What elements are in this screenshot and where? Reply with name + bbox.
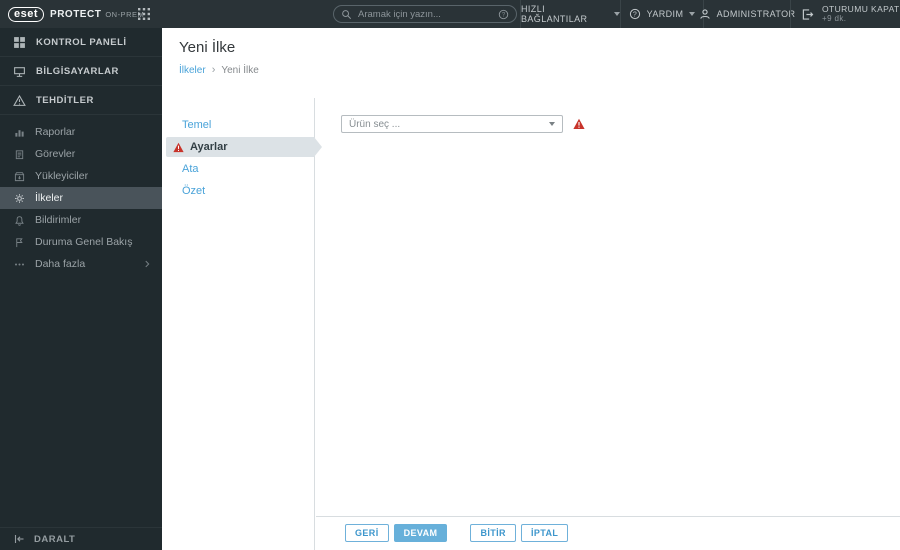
sidebar: KONTROL PANELİ BİLGİSAYARLAR TEHDİTLER R… bbox=[0, 28, 162, 550]
wizard-step-ayarlar[interactable]: Ayarlar bbox=[166, 137, 322, 157]
policies-gear-icon bbox=[14, 193, 25, 204]
sidebar-secondary-group: Raporlar Görevler Yükleyiciler İlkeler B… bbox=[0, 115, 162, 275]
wizard-step-label: Temel bbox=[182, 119, 212, 131]
wizard-step-label: Ata bbox=[182, 163, 199, 175]
cancel-button[interactable]: İPTAL bbox=[520, 524, 569, 542]
logout-icon bbox=[801, 8, 814, 21]
breadcrumb-link-ilkeler[interactable]: İlkeler bbox=[179, 65, 206, 76]
sidebar-item-bilgisayarlar[interactable]: BİLGİSAYARLAR bbox=[0, 57, 162, 86]
continue-button[interactable]: DEVAM bbox=[393, 524, 448, 542]
page-header: Yeni İlke İlkeler › Yeni İlke bbox=[162, 28, 900, 76]
user-label: ADMINISTRATOR bbox=[716, 9, 796, 19]
reports-icon bbox=[14, 127, 25, 138]
help-menu[interactable]: ? YARDIM bbox=[620, 0, 703, 28]
sidebar-item-label: BİLGİSAYARLAR bbox=[36, 65, 119, 77]
wizard-footer: GERİ DEVAM BİTİR İPTAL bbox=[345, 524, 569, 542]
warning-icon bbox=[173, 142, 184, 153]
breadcrumb: İlkeler › Yeni İlke bbox=[179, 64, 883, 76]
sidebar-item-label: Duruma Genel Bakış bbox=[35, 236, 133, 248]
sidebar-item-daha-fazla[interactable]: Daha fazla bbox=[0, 253, 162, 275]
logout-button[interactable]: OTURUMU KAPAT +9 dk. bbox=[790, 0, 900, 28]
session-timer: +9 dk. bbox=[822, 14, 847, 24]
back-button[interactable]: GERİ bbox=[345, 524, 389, 542]
sidebar-item-bildirimler[interactable]: Bildirimler bbox=[0, 209, 162, 231]
sidebar-item-label: Bildirimler bbox=[35, 214, 82, 226]
topbar: eset PROTECT ON-PREM ? HIZLI BAĞLANTILAR… bbox=[0, 0, 900, 28]
search-input[interactable] bbox=[358, 8, 492, 20]
sidebar-item-duruma-genel-bakis[interactable]: Duruma Genel Bakış bbox=[0, 231, 162, 253]
divider bbox=[316, 516, 900, 517]
installers-icon bbox=[14, 171, 25, 182]
sidebar-item-label: TEHDİTLER bbox=[36, 94, 94, 106]
sidebar-item-kontrol-paneli[interactable]: KONTROL PANELİ bbox=[0, 28, 162, 57]
page-title: Yeni İlke bbox=[179, 39, 236, 56]
sidebar-item-label: Raporlar bbox=[35, 126, 76, 138]
wizard-step-ata[interactable]: Ata bbox=[162, 158, 314, 180]
dashboard-icon bbox=[13, 36, 26, 49]
svg-text:?: ? bbox=[502, 12, 506, 18]
collapse-label: DARALT bbox=[34, 533, 76, 545]
sidebar-item-label: İlkeler bbox=[35, 192, 64, 204]
breadcrumb-current: Yeni İlke bbox=[221, 64, 259, 76]
chevron-down-icon bbox=[549, 122, 555, 126]
wizard-steps: Temel Ayarlar Ata Özet bbox=[162, 98, 322, 550]
quick-links-label: HIZLI BAĞLANTILAR bbox=[521, 4, 588, 24]
brand: eset PROTECT ON-PREM bbox=[8, 0, 144, 28]
notifications-bell-icon bbox=[14, 215, 25, 226]
settings-panel: Ürün seç ... GERİ DEVAM BİTİR İPTAL bbox=[316, 98, 900, 550]
sidebar-item-raporlar[interactable]: Raporlar bbox=[0, 121, 162, 143]
main-content: Yeni İlke İlkeler › Yeni İlke Temel Ayar… bbox=[162, 28, 900, 550]
threats-icon bbox=[13, 94, 26, 107]
help-label: YARDIM bbox=[646, 9, 684, 19]
search-icon bbox=[341, 9, 352, 20]
sidebar-item-label: Görevler bbox=[35, 148, 76, 160]
svg-text:?: ? bbox=[632, 11, 636, 18]
sidebar-item-label: Daha fazla bbox=[35, 258, 86, 270]
product-select[interactable]: Ürün seç ... bbox=[341, 115, 563, 133]
help-icon: ? bbox=[629, 8, 641, 20]
sidebar-primary-group: KONTROL PANELİ BİLGİSAYARLAR TEHDİTLER bbox=[0, 28, 162, 115]
more-ellipsis-icon bbox=[14, 259, 25, 270]
wizard-step-ozet[interactable]: Özet bbox=[162, 180, 314, 202]
chevron-down-icon bbox=[689, 12, 696, 16]
quick-links-menu[interactable]: HIZLI BAĞLANTILAR bbox=[520, 0, 620, 28]
sidebar-item-yukleyiciler[interactable]: Yükleyiciler bbox=[0, 165, 162, 187]
eset-logo: eset bbox=[8, 6, 45, 22]
sidebar-item-label: Yükleyiciler bbox=[35, 170, 89, 182]
sidebar-item-label: KONTROL PANELİ bbox=[36, 36, 127, 48]
computers-icon bbox=[13, 65, 26, 78]
product-select-value: Ürün seç ... bbox=[349, 118, 401, 130]
chevron-right-icon bbox=[142, 259, 152, 269]
user-menu[interactable]: ADMINISTRATOR bbox=[699, 0, 795, 28]
finish-button[interactable]: BİTİR bbox=[470, 524, 516, 542]
search-info-icon: ? bbox=[498, 9, 509, 20]
sidebar-item-gorevler[interactable]: Görevler bbox=[0, 143, 162, 165]
sidebar-item-ilkeler[interactable]: İlkeler bbox=[0, 187, 162, 209]
app-grid-icon[interactable] bbox=[138, 8, 150, 20]
product-select-row: Ürün seç ... bbox=[341, 115, 585, 133]
sidebar-item-tehditler[interactable]: TEHDİTLER bbox=[0, 86, 162, 115]
search-box[interactable]: ? bbox=[333, 5, 517, 23]
tasks-icon bbox=[14, 149, 25, 160]
wizard-step-label: Özet bbox=[182, 185, 206, 197]
select-warning-icon bbox=[573, 118, 585, 130]
logout-label: OTURUMU KAPAT bbox=[822, 3, 900, 14]
breadcrumb-separator: › bbox=[211, 64, 216, 76]
collapse-icon bbox=[13, 533, 25, 545]
user-icon bbox=[699, 8, 711, 20]
product-name: PROTECT bbox=[50, 8, 102, 20]
sidebar-collapse-button[interactable]: DARALT bbox=[0, 527, 162, 550]
status-overview-flag-icon bbox=[14, 237, 25, 248]
wizard-step-temel[interactable]: Temel bbox=[162, 114, 314, 136]
wizard-step-label: Ayarlar bbox=[190, 141, 228, 153]
